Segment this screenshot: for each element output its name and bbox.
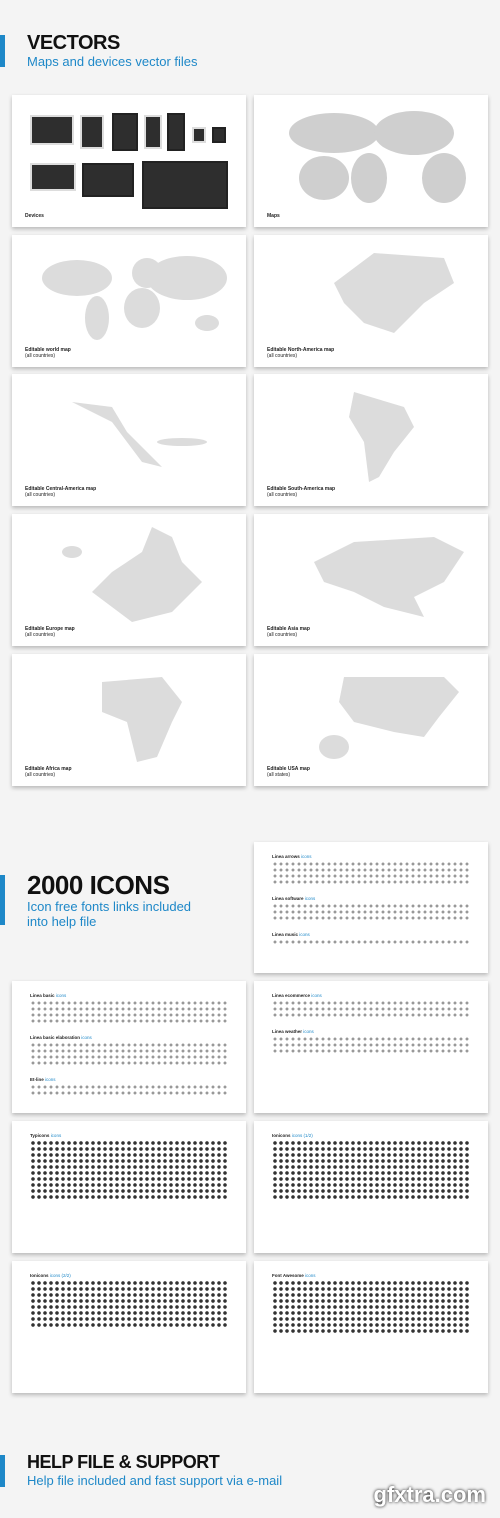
icon-slide: Ionicons icons (1/2) xyxy=(254,1121,488,1253)
slide-label: Editable North-America map (all countries… xyxy=(267,347,335,359)
phone xyxy=(144,115,162,149)
vector-slide: Editable Europe map (all countries) xyxy=(12,514,246,646)
vectors-subtitle: Maps and devices vector files xyxy=(27,54,198,69)
icon-slide: Linea basic icons Linea basic elaboration… xyxy=(12,981,246,1113)
icon-grid xyxy=(272,903,470,921)
icon-grid xyxy=(30,1140,228,1200)
map-shape xyxy=(72,402,207,467)
accent-bar xyxy=(0,875,5,925)
icon-set: Ionicons icons (2/2) xyxy=(30,1273,228,1328)
watch xyxy=(212,127,226,143)
icon-set: Ionicons icons (1/2) xyxy=(272,1133,470,1200)
tablet xyxy=(112,113,138,151)
vector-slide: Editable Central-America map (all countri… xyxy=(12,374,246,506)
vector-slide: Editable USA map (all states) xyxy=(254,654,488,786)
map-shape xyxy=(289,111,466,203)
watch xyxy=(192,127,206,143)
vector-slide: Editable North-America map (all countries… xyxy=(254,235,488,367)
icons-subtitle-1: Icon free fonts links included xyxy=(27,899,192,914)
slide-label: Editable world map (all countries) xyxy=(25,347,71,359)
icon-grid xyxy=(272,1140,470,1200)
phone xyxy=(167,113,185,151)
map-shape xyxy=(319,677,459,759)
vector-slide: Devices xyxy=(12,95,246,227)
icon-grid xyxy=(272,861,470,885)
watermark: gfxtra.com xyxy=(373,1482,486,1507)
icon-grid xyxy=(30,1084,228,1096)
slide-label: Editable Europe map (all countries) xyxy=(25,626,75,638)
icon-set: Typicons icons xyxy=(30,1133,228,1200)
map-shape xyxy=(349,392,414,482)
icon-set: Linea software icons xyxy=(272,896,470,921)
help-title: HELP FILE & SUPPORT xyxy=(27,1452,220,1472)
accent-bar xyxy=(0,35,5,67)
tablet xyxy=(80,115,104,149)
icon-set: Linea basic elaboration icons xyxy=(30,1035,228,1066)
monitor xyxy=(30,163,76,191)
icon-slide: Linea arrows icons Linea software icons Li… xyxy=(254,842,488,973)
icon-grid xyxy=(272,1000,470,1018)
slide-label: Editable Central-America map (all countri… xyxy=(25,486,97,498)
icon-grid xyxy=(30,1280,228,1328)
map-shape xyxy=(102,677,182,762)
icon-grid xyxy=(30,1000,228,1024)
icon-grid xyxy=(272,1280,470,1334)
help-subtitle: Help file included and fast support via … xyxy=(27,1473,283,1488)
icons-subtitle-2: into help file xyxy=(27,914,97,929)
slide-label: Editable South-America map (all countries… xyxy=(267,486,336,498)
icon-set: Et-line icons xyxy=(30,1077,228,1096)
icon-slide: Font Awesome icons xyxy=(254,1261,488,1393)
map-shape xyxy=(62,527,202,622)
vector-slide: Editable Africa map (all countries) xyxy=(12,654,246,786)
icon-set: Font Awesome icons xyxy=(272,1273,470,1334)
slide-label: Editable Asia map (all countries) xyxy=(267,626,310,638)
icon-set: Linea weather icons xyxy=(272,1029,470,1054)
map-shape xyxy=(334,253,454,333)
icon-slide: Typicons icons xyxy=(12,1121,246,1253)
slide-label: Editable USA map (all states) xyxy=(267,766,310,778)
icon-slide: Linea ecommerce icons Linea weather icons xyxy=(254,981,488,1113)
vectors-title: VECTORS xyxy=(27,32,120,54)
icon-set: Linea music icons xyxy=(272,932,470,945)
icon-slide: Ionicons icons (2/2) xyxy=(12,1261,246,1393)
icon-grid xyxy=(272,1036,470,1054)
icon-set: Linea basic icons xyxy=(30,993,228,1024)
accent-bar xyxy=(0,1455,5,1487)
icon-grid xyxy=(30,1042,228,1066)
desktop-monitor xyxy=(30,115,74,145)
icon-grid xyxy=(272,939,470,945)
vector-slide: Editable South-America map (all countries… xyxy=(254,374,488,506)
slide-label: Devices xyxy=(25,213,44,219)
icons-title: 2000 ICONS xyxy=(27,870,170,900)
laptop xyxy=(82,163,134,197)
slide-label: Editable Africa map (all countries) xyxy=(25,766,72,778)
tv xyxy=(142,161,228,209)
vector-slide: Maps xyxy=(254,95,488,227)
map-shape xyxy=(42,256,227,340)
map-shape xyxy=(314,537,464,617)
icon-set: Linea arrows icons xyxy=(272,854,470,885)
icon-set: Linea ecommerce icons xyxy=(272,993,470,1018)
vector-slide: Editable world map (all countries) xyxy=(12,235,246,367)
slide-label: Maps xyxy=(267,213,280,219)
vector-slide: Editable Asia map (all countries) xyxy=(254,514,488,646)
